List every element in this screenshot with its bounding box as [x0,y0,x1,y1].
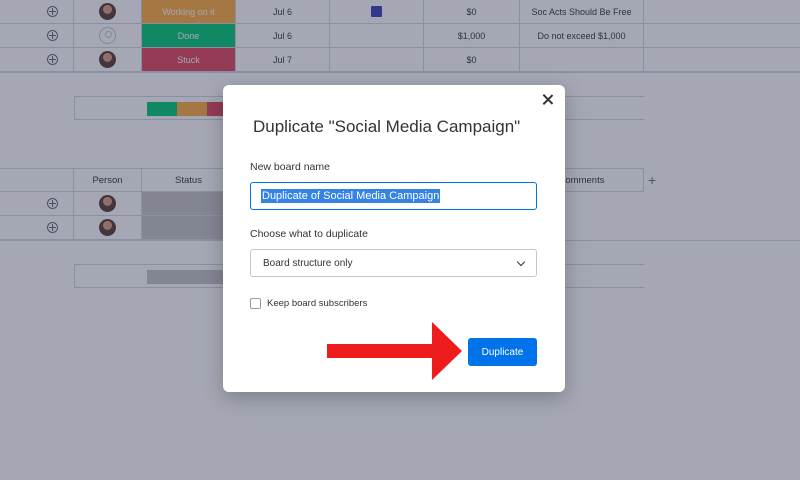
duplicate-option-value: Board structure only [263,257,353,269]
duplicate-option-select[interactable]: Board structure only [250,249,537,277]
duplicate-option-label: Choose what to duplicate [250,228,368,240]
close-icon[interactable] [541,93,555,107]
keep-subscribers-label: Keep board subscribers [267,298,368,309]
board-name-value: Duplicate of Social Media Campaign [261,189,441,203]
arrow-shape [327,322,462,380]
duplicate-button[interactable]: Duplicate [468,338,537,366]
red-arrow-annotation [327,322,462,380]
keep-subscribers-option[interactable]: Keep board subscribers [250,298,367,309]
chevron-down-icon [516,257,526,266]
keep-subscribers-checkbox[interactable] [250,298,261,309]
board-name-input[interactable]: Duplicate of Social Media Campaign [250,182,537,210]
board-name-label: New board name [250,161,330,173]
dialog-title: Duplicate "Social Media Campaign" [253,117,521,136]
